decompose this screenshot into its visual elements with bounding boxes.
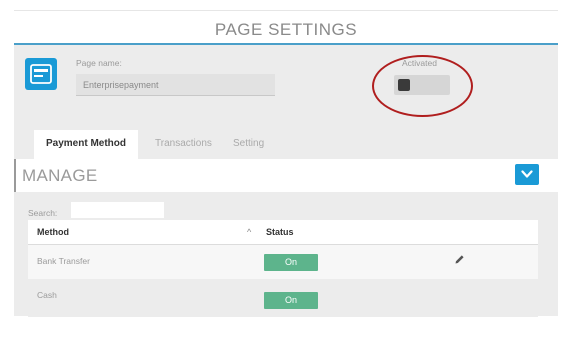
- tab-payment-method[interactable]: Payment Method: [34, 130, 139, 159]
- method-cell: Cash: [37, 290, 57, 300]
- page-title: PAGE SETTINGS: [214, 20, 358, 39]
- page-name-field[interactable]: [76, 74, 275, 96]
- highlight-annotation: [372, 55, 473, 117]
- search-label: Search:: [28, 208, 58, 218]
- column-header-method[interactable]: Method: [37, 227, 69, 237]
- tab-setting[interactable]: Setting: [233, 130, 264, 159]
- manage-title: MANAGE: [22, 166, 98, 185]
- table-row: Cash On: [28, 279, 538, 317]
- top-divider: [14, 10, 558, 11]
- settings-panel: Page name: Activated Payment Method Tran…: [14, 45, 558, 317]
- status-badge[interactable]: On: [264, 292, 318, 309]
- tab-transactions[interactable]: Transactions: [155, 130, 212, 159]
- payment-app-icon: [25, 58, 57, 90]
- page-header: PAGE SETTINGS: [0, 0, 572, 45]
- column-header-status[interactable]: Status: [266, 227, 294, 237]
- chevron-down-icon: [521, 170, 533, 178]
- pencil-icon[interactable]: [454, 254, 465, 265]
- manage-section-header: MANAGE: [14, 159, 558, 192]
- collapse-button[interactable]: [515, 164, 539, 185]
- status-badge[interactable]: On: [264, 254, 318, 271]
- method-cell: Bank Transfer: [37, 256, 90, 266]
- table-row: Bank Transfer On: [28, 245, 538, 279]
- table-header: Method ^ Status: [28, 220, 538, 245]
- page-name-label: Page name:: [76, 58, 122, 68]
- search-input[interactable]: [71, 202, 164, 218]
- sort-caret-icon[interactable]: ^: [247, 227, 251, 237]
